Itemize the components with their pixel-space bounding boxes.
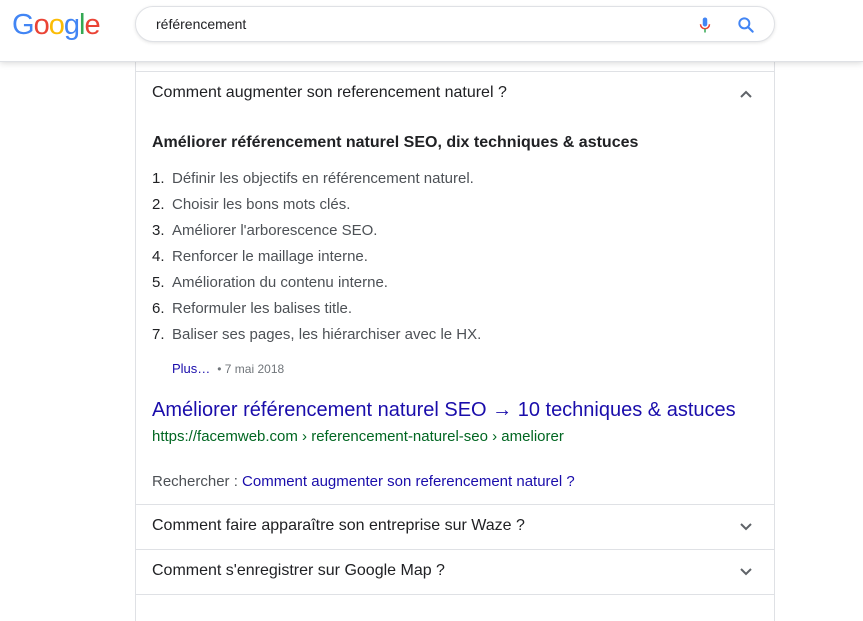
list-number: 4.	[152, 248, 165, 265]
list-text: Reformuler les balises title.	[172, 300, 353, 317]
list-item: 5. Amélioration du contenu interne.	[152, 273, 481, 299]
chevron-up-icon[interactable]	[738, 86, 754, 102]
answer-steps-list: 1. Définir les objectifs en référencement…	[152, 169, 481, 351]
logo-letter: g	[63, 9, 80, 41]
people-also-ask-panel: Comment augmenter son referencement natu…	[135, 61, 775, 621]
list-item: 6. Reformuler les balises title.	[152, 299, 481, 325]
list-text: Choisir les bons mots clés.	[172, 196, 351, 213]
list-text: Améliorer l'arborescence SEO.	[172, 222, 378, 239]
microphone-icon[interactable]	[696, 15, 714, 35]
list-item: 1. Définir les objectifs en référencement…	[152, 169, 481, 195]
top-bar: Google	[0, 0, 863, 62]
list-item: 7. Baliser ses pages, les hiérarchiser av…	[152, 325, 481, 351]
date-text: 7 mai 2018	[224, 362, 285, 376]
more-link[interactable]: Plus…	[172, 361, 210, 376]
logo-letter: o	[48, 9, 65, 41]
search-for-link[interactable]: Comment augmenter son referencement natu…	[242, 473, 575, 490]
list-item: 2. Choisir les bons mots clés.	[152, 195, 481, 221]
list-number: 6.	[152, 300, 165, 317]
faq-question-collapsed[interactable]: Comment faire apparaître son entreprise …	[136, 505, 774, 549]
google-logo[interactable]: Google	[12, 8, 101, 42]
list-text: Renforcer le maillage interne.	[172, 248, 368, 265]
more-line: Plus… • 7 mai 2018	[172, 361, 284, 376]
result-url[interactable]: https://facemweb.com › referencement-nat…	[152, 428, 564, 445]
faq-question-expanded[interactable]: Comment augmenter son referencement natu…	[136, 72, 774, 116]
answer-title: Améliorer référencement naturel SEO, dix…	[152, 134, 639, 151]
list-number: 1.	[152, 170, 165, 187]
list-number: 5.	[152, 274, 165, 291]
list-number: 3.	[152, 222, 165, 239]
search-for-line: Rechercher : Comment augmenter son refer…	[152, 473, 575, 490]
faq-question-text: Comment faire apparaître son entreprise …	[152, 517, 525, 534]
list-item: 4. Renforcer le maillage interne.	[152, 247, 481, 273]
chevron-down-icon[interactable]	[738, 519, 754, 535]
divider	[136, 594, 774, 595]
list-text: Définir les objectifs en référencement n…	[172, 170, 474, 187]
faq-question-text: Comment augmenter son referencement natu…	[152, 84, 507, 101]
list-number: 7.	[152, 326, 165, 343]
search-input[interactable]	[156, 7, 676, 41]
faq-question-collapsed[interactable]: Comment s'enregistrer sur Google Map ?	[136, 550, 774, 594]
list-text: Baliser ses pages, les hiérarchiser avec…	[172, 326, 482, 343]
logo-letter: G	[12, 9, 35, 41]
logo-letter: o	[33, 9, 50, 41]
search-for-label: Rechercher :	[152, 473, 243, 490]
search-box[interactable]	[135, 6, 775, 42]
faq-question-text: Comment s'enregistrer sur Google Map ?	[152, 562, 445, 579]
list-number: 2.	[152, 196, 165, 213]
search-icon[interactable]	[736, 15, 756, 35]
chevron-down-icon[interactable]	[738, 564, 754, 580]
bullet-separator: •	[213, 362, 225, 376]
logo-letter: e	[84, 9, 100, 41]
list-item: 3. Améliorer l'arborescence SEO.	[152, 221, 481, 247]
list-text: Amélioration du contenu interne.	[172, 274, 388, 291]
result-title-link[interactable]: Améliorer référencement naturel SEO → 10…	[152, 399, 736, 422]
